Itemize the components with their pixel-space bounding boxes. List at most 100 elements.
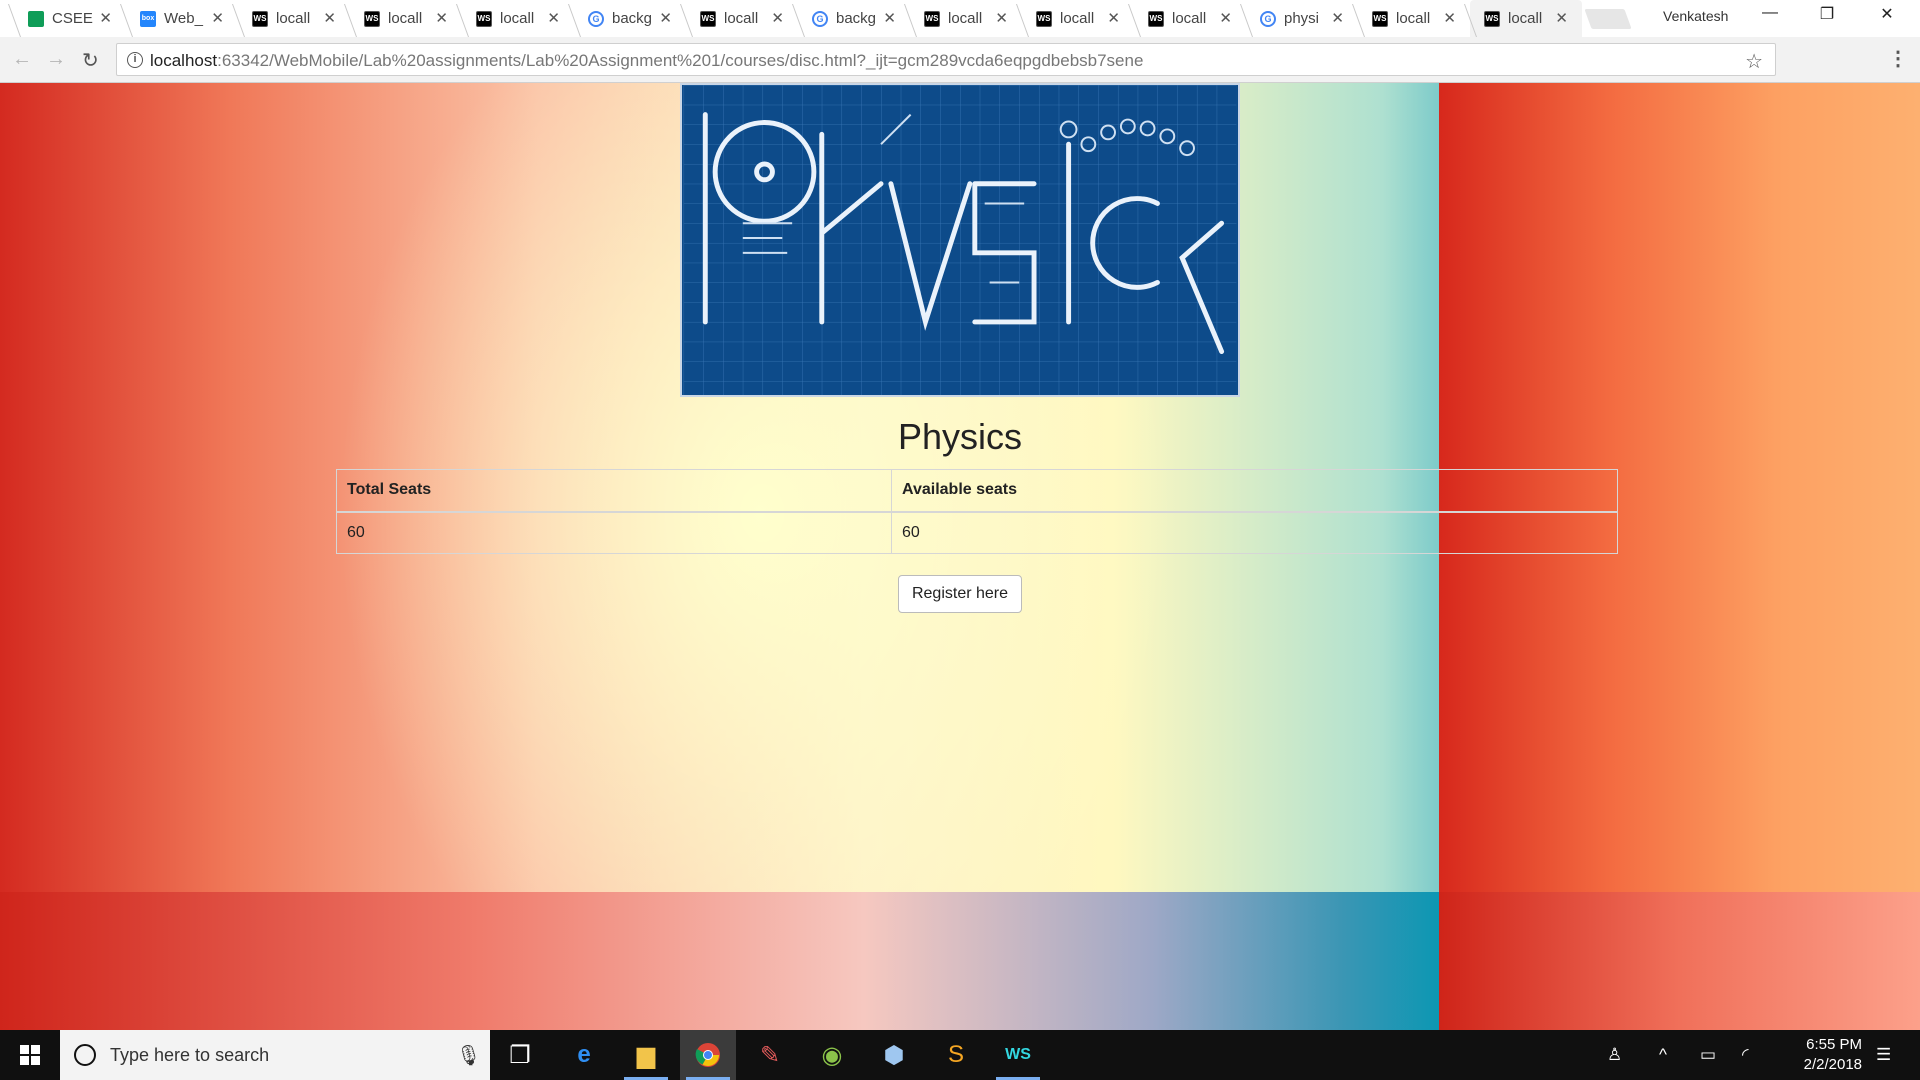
- tab-close-icon[interactable]: ✕: [771, 9, 784, 27]
- file-explorer-icon[interactable]: ▆: [618, 1030, 674, 1080]
- sheets-favicon-icon: [28, 10, 44, 27]
- start-button[interactable]: [0, 1030, 60, 1080]
- tab-label: locall: [724, 10, 759, 27]
- ws-favicon-icon: WS: [1372, 10, 1388, 27]
- ws-favicon-icon: WS: [364, 10, 380, 27]
- battery-icon[interactable]: ▭: [1700, 1045, 1716, 1065]
- seats-table: Total Seats Available seats 60 60: [336, 469, 1618, 554]
- tab-close-icon[interactable]: ✕: [995, 9, 1008, 27]
- chrome-icon[interactable]: [680, 1030, 736, 1080]
- browser-tab[interactable]: WS locall ✕: [238, 0, 350, 37]
- register-button[interactable]: Register here: [898, 575, 1022, 613]
- new-tab-button[interactable]: [1584, 9, 1632, 29]
- ws-favicon-icon: WS: [1484, 10, 1500, 27]
- browser-tab[interactable]: WS locall ✕: [686, 0, 798, 37]
- ws-favicon-icon: WS: [1036, 10, 1052, 27]
- android-studio-icon[interactable]: ◉: [804, 1030, 860, 1080]
- windows-logo-icon: [20, 1045, 40, 1065]
- tab-close-icon[interactable]: ✕: [547, 9, 560, 27]
- taskbar-search[interactable]: Type here to search 🎙: [60, 1030, 490, 1080]
- task-view-icon[interactable]: ❐: [492, 1030, 548, 1080]
- windows-taskbar: Type here to search 🎙 ❐ e ▆ ✎ ◉ ⬢ S WS ♙…: [0, 1030, 1920, 1080]
- tab-close-icon[interactable]: ✕: [323, 9, 336, 27]
- tab-close-icon[interactable]: ✕: [1555, 9, 1568, 27]
- webstorm-icon[interactable]: WS: [990, 1030, 1046, 1080]
- table-header-row: Total Seats Available seats: [336, 469, 1618, 513]
- cortana-icon: [74, 1044, 96, 1066]
- tab-close-icon[interactable]: ✕: [883, 9, 896, 27]
- chrome-menu-icon[interactable]: ⋮: [1888, 46, 1908, 71]
- bookmark-star-icon[interactable]: ☆: [1745, 49, 1763, 74]
- browser-tab[interactable]: Gbackg ✕: [574, 0, 686, 37]
- profile-name[interactable]: Venkatesh: [1663, 8, 1728, 24]
- browser-tab[interactable]: WS locall ✕: [910, 0, 1022, 37]
- microphone-icon[interactable]: 🎙: [456, 1043, 481, 1068]
- browser-tab[interactable]: WS locall ✕: [1358, 0, 1470, 37]
- tab-close-icon[interactable]: ✕: [1443, 9, 1456, 27]
- tab-close-icon[interactable]: ✕: [1107, 9, 1120, 27]
- url-text[interactable]: localhost:63342/WebMobile/Lab%20assignme…: [150, 51, 1143, 71]
- tab-label: locall: [1172, 10, 1207, 27]
- browser-tab[interactable]: Gphysi ✕: [1246, 0, 1358, 37]
- browser-tab[interactable]: WS locall ✕: [1134, 0, 1246, 37]
- cell-available-seats: 60: [891, 511, 1618, 554]
- site-info-icon[interactable]: i: [127, 52, 143, 68]
- tab-label: locall: [1396, 10, 1431, 27]
- tab-close-icon[interactable]: ✕: [1331, 9, 1344, 27]
- tab-close-icon[interactable]: ✕: [211, 9, 224, 27]
- google-favicon-icon: G: [588, 10, 604, 27]
- people-icon[interactable]: ♙: [1607, 1045, 1622, 1065]
- browser-tab[interactable]: box Web_ ✕: [126, 0, 238, 37]
- cell-total-seats: 60: [336, 511, 892, 554]
- close-window-icon[interactable]: ✕: [1872, 4, 1902, 24]
- minimize-icon[interactable]: —: [1755, 4, 1785, 22]
- browser-tab[interactable]: WS locall ✕: [1022, 0, 1134, 37]
- tab-label: locall: [948, 10, 983, 27]
- header-total-seats: Total Seats: [336, 469, 892, 513]
- paint-icon[interactable]: ✎: [742, 1030, 798, 1080]
- notifications-icon[interactable]: ☰: [1876, 1045, 1891, 1065]
- tab-label: locall: [1508, 10, 1543, 27]
- browser-tab[interactable]: Gbackg ✕: [798, 0, 910, 37]
- tab-label: locall: [388, 10, 423, 27]
- ws-favicon-icon: WS: [924, 10, 940, 27]
- back-icon[interactable]: ←: [12, 48, 32, 71]
- tab-close-icon[interactable]: ✕: [99, 9, 112, 27]
- tab-label: locall: [500, 10, 535, 27]
- reload-icon[interactable]: ↻: [82, 48, 99, 73]
- browser-tab[interactable]: CSEE ✕: [14, 0, 126, 37]
- tab-close-icon[interactable]: ✕: [659, 9, 672, 27]
- tab-label: Web_: [164, 10, 203, 27]
- sublime-text-icon[interactable]: S: [928, 1030, 984, 1080]
- screen: CSEE ✕ box Web_ ✕ WS locall ✕ WS locall ✕ WS locall ✕…: [0, 0, 1920, 1080]
- page-viewport: Physics Total Seats Available seats 60 6…: [0, 83, 1920, 1030]
- browser-tab[interactable]: WS locall ✕: [462, 0, 574, 37]
- ws-favicon-icon: WS: [1148, 10, 1164, 27]
- tab-label: CSEE: [52, 10, 93, 27]
- browser-tab[interactable]: WS locall ✕: [1470, 0, 1582, 37]
- banner-drawing: [683, 85, 1237, 395]
- system-clock[interactable]: 6:55 PM 2/2/2018: [1772, 1035, 1862, 1075]
- address-bar[interactable]: i localhost:63342/WebMobile/Lab%20assign…: [116, 43, 1776, 76]
- wifi-icon[interactable]: ◜: [1742, 1045, 1749, 1065]
- browser-toolbar: ← → ↻ i localhost:63342/WebMobile/Lab%20…: [0, 37, 1920, 83]
- browser-tabstrip: CSEE ✕ box Web_ ✕ WS locall ✕ WS locall ✕ WS locall ✕…: [0, 0, 1920, 37]
- tab-label: backg: [836, 10, 877, 27]
- restore-icon[interactable]: ❐: [1812, 4, 1842, 24]
- show-hidden-icons-icon[interactable]: ^: [1659, 1045, 1667, 1065]
- forward-icon[interactable]: →: [46, 48, 66, 71]
- header-available-seats: Available seats: [891, 469, 1618, 513]
- browser-tab[interactable]: WS locall ✕: [350, 0, 462, 37]
- edge-icon[interactable]: e: [556, 1030, 612, 1080]
- clock-time: 6:55 PM: [1806, 1036, 1862, 1053]
- url-host: localhost: [150, 51, 218, 70]
- search-placeholder: Type here to search: [110, 1045, 270, 1065]
- tab-label: backg: [612, 10, 653, 27]
- 3d-box-icon[interactable]: ⬢: [866, 1030, 922, 1080]
- ws-favicon-icon: WS: [700, 10, 716, 27]
- tab-list: CSEE ✕ box Web_ ✕ WS locall ✕ WS locall ✕ WS locall ✕…: [14, 0, 1582, 37]
- tab-close-icon[interactable]: ✕: [435, 9, 448, 27]
- box-favicon-icon: box: [140, 10, 156, 27]
- tab-close-icon[interactable]: ✕: [1219, 9, 1232, 27]
- tab-label: physi: [1284, 10, 1320, 27]
